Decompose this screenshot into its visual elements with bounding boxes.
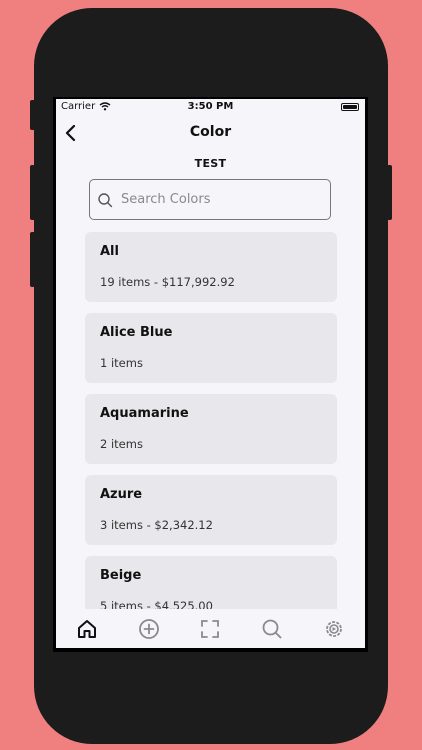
tab-settings[interactable] xyxy=(319,614,349,644)
settings-icon xyxy=(326,620,342,637)
tab-bar xyxy=(56,609,365,648)
list-item-detail: 2 items xyxy=(100,437,143,451)
list-item-name: Azure xyxy=(100,487,143,502)
list-item-detail: 19 items - $117,992.92 xyxy=(100,275,235,289)
search-icon xyxy=(98,192,113,207)
app-view: Carrier 3:50 PM Color TEST Search Colors… xyxy=(56,99,365,648)
list-item-aquamarine[interactable]: Aquamarine 2 items xyxy=(85,394,337,464)
phone-screen: Carrier 3:50 PM Color TEST Search Colors… xyxy=(53,97,368,652)
phone-volume-up xyxy=(30,165,35,220)
list-item-detail: 3 items - $2,342.12 xyxy=(100,518,213,532)
page-title: Color xyxy=(189,124,232,140)
list-item-alice-blue[interactable]: Alice Blue 1 items xyxy=(85,313,337,383)
tab-scan[interactable] xyxy=(195,614,225,644)
tab-add[interactable] xyxy=(134,614,164,644)
search-icon xyxy=(262,619,282,638)
list-item-name: All xyxy=(100,244,119,259)
tab-search[interactable] xyxy=(257,614,287,644)
tab-home[interactable] xyxy=(72,614,102,644)
color-list: All 19 items - $117,992.92 Alice Blue 1 … xyxy=(85,232,337,637)
search-input[interactable] xyxy=(119,191,323,208)
scan-icon xyxy=(201,619,220,638)
home-icon xyxy=(77,619,96,638)
search-field[interactable] xyxy=(89,179,331,220)
list-item-name: Alice Blue xyxy=(100,325,173,340)
phone-mute-switch xyxy=(30,100,35,130)
plus-circle-icon xyxy=(138,618,159,639)
status-bar: Carrier 3:50 PM xyxy=(56,99,365,115)
list-item-all[interactable]: All 19 items - $117,992.92 xyxy=(85,232,337,302)
list-item-azure[interactable]: Azure 3 items - $2,342.12 xyxy=(85,475,337,545)
battery-icon xyxy=(341,103,359,111)
list-item-detail: 1 items xyxy=(100,356,143,370)
phone-volume-down xyxy=(30,232,35,287)
navigation-bar: Color xyxy=(56,117,365,147)
phone-power-button xyxy=(387,165,392,220)
list-item-name: Beige xyxy=(100,568,142,583)
status-time: 3:50 PM xyxy=(187,101,234,112)
section-subtitle: TEST xyxy=(194,157,227,170)
list-item-name: Aquamarine xyxy=(100,406,189,421)
